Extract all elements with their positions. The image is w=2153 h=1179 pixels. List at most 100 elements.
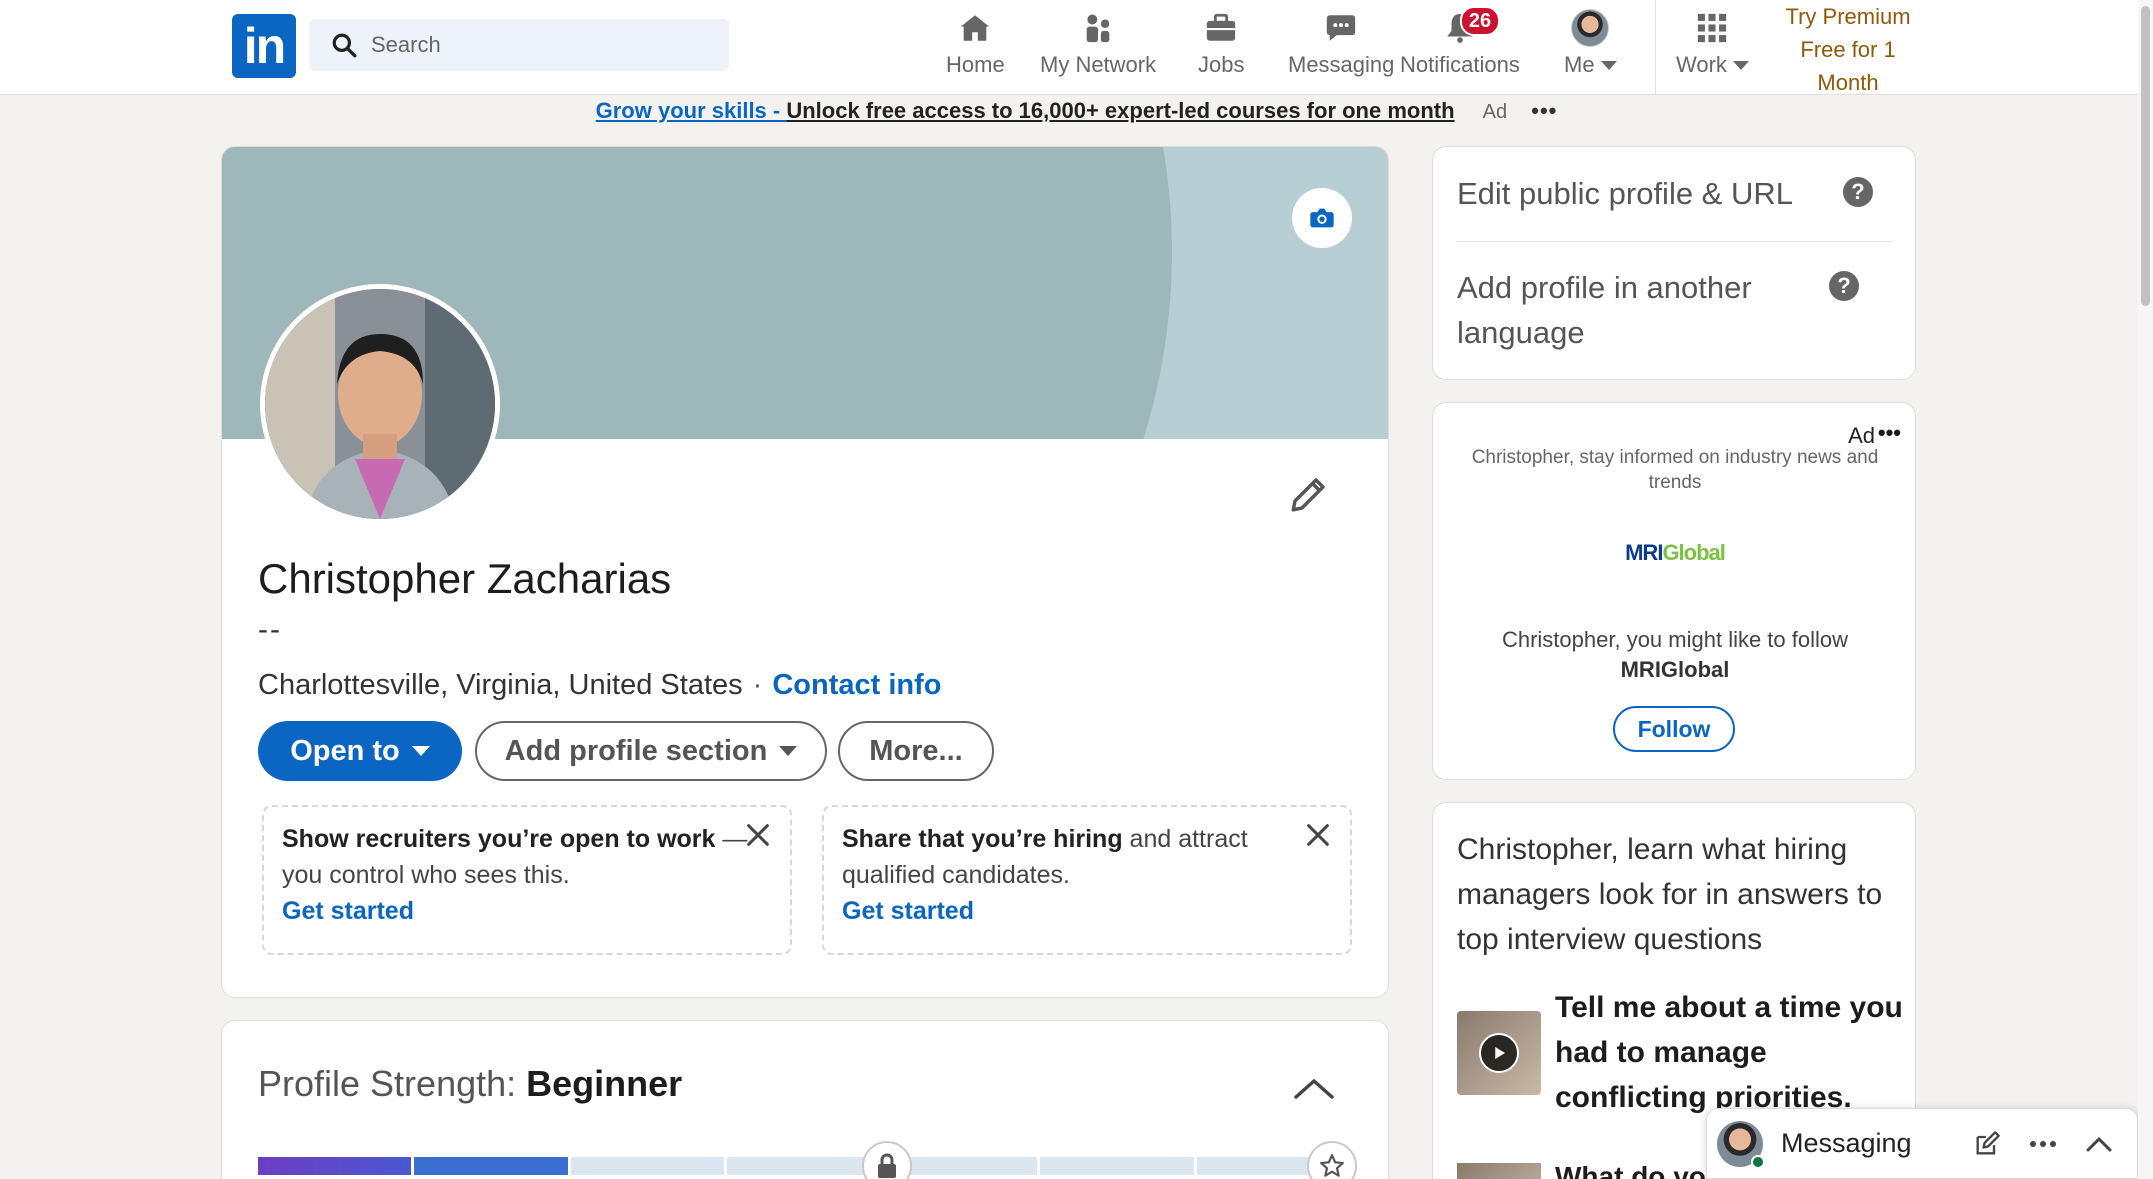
strength-segment [570,1157,725,1175]
chevron-up-icon[interactable] [1292,1073,1336,1103]
pencil-icon [1291,478,1325,512]
compose-icon[interactable] [1967,1124,2007,1164]
nav-work[interactable]: Work [1676,8,1749,88]
more-options-icon[interactable]: ••• [1531,98,1557,123]
nav-messaging[interactable]: Messaging [1288,8,1394,88]
get-started-link[interactable]: Get started [282,893,772,929]
lock-icon [862,1141,912,1179]
more-button[interactable]: More... [838,721,994,781]
open-to-button[interactable]: Open to [258,721,462,781]
logo-mri: MRI [1625,540,1663,565]
profile-headline: -- [258,613,282,646]
linkedin-logo[interactable]: in [232,14,296,78]
nav-jobs-label: Jobs [1198,52,1245,77]
nav-me[interactable]: Me [1564,8,1617,88]
more-options-icon[interactable] [2023,1124,2063,1164]
mriglobal-logo[interactable]: MRI Global [1613,533,1737,573]
promo-1-bold: Show recruiters you’re open to work [282,825,716,853]
search-icon [332,33,357,58]
scrollbar-thumb[interactable] [2141,6,2150,306]
open-to-label: Open to [290,734,400,767]
ad-description: Christopher, stay informed on industry n… [1471,447,1879,493]
nav-work-label-wrap: Work [1676,52,1749,78]
close-icon[interactable] [1304,821,1332,849]
grid-icon [1692,8,1732,48]
network-icon [1078,8,1118,48]
me-avatar-wrap [1570,8,1610,48]
nav-notifications-label: Notifications [1400,52,1520,77]
star-icon [1307,1141,1357,1179]
nav-home-label: Home [946,52,1005,77]
profile-location: Charlottesville, Virginia, United States [258,669,743,701]
search-input[interactable] [371,32,701,58]
profile-strength-title: Profile Strength: Beginner [258,1063,682,1105]
more-options-icon[interactable]: ••• [1878,420,1901,446]
nav-divider [1655,0,1656,95]
nav-my-network-label: My Network [1040,52,1157,77]
nav-me-label: Me [1564,52,1595,77]
chevron-up-icon[interactable] [2079,1124,2119,1164]
sponsored-ad-card: Ad ••• Christopher, stay informed on ind… [1432,402,1916,780]
profile-strength-card: Profile Strength: Beginner [221,1020,1389,1179]
briefcase-icon [1201,8,1241,48]
ad-banner-link[interactable]: Grow your skills - [596,98,787,123]
chat-icon [1321,8,1361,48]
premium-line-1: Try Premium [1785,4,1911,29]
edit-cover-button[interactable] [1292,188,1352,248]
help-icon[interactable]: ? [1843,177,1873,207]
nav-notifications[interactable]: 26 Notifications [1400,6,1520,88]
strength-segment [1040,1157,1194,1175]
chevron-down-icon [411,746,430,756]
scrollbar[interactable] [2138,0,2153,1179]
add-language-profile-link[interactable]: Add profile in another language [1457,265,1817,355]
top-nav: in Home My Network Jobs Messaging 26 Not… [0,0,2153,95]
try-premium-link[interactable]: Try Premium Free for 1 Month [1774,0,1922,99]
interview-prep-header: Christopher, learn what hiring managers … [1457,833,1883,956]
messaging-dock[interactable]: Messaging [1706,1108,2138,1179]
interview-question-link[interactable]: Tell me about a time you had to manage c… [1555,985,1905,1120]
contact-info-link[interactable]: Contact info [772,669,941,701]
edit-intro-button[interactable] [1284,469,1334,519]
help-icon[interactable]: ? [1829,271,1859,301]
close-icon[interactable] [744,821,772,849]
ad-banner-text[interactable]: Unlock free access to 16,000+ expert-led… [786,98,1454,123]
divider [1457,241,1893,242]
play-icon [1479,1033,1519,1073]
profile-photo[interactable] [260,284,500,524]
chevron-down-icon [1600,60,1617,70]
logo-global: Global [1662,540,1725,565]
profile-strength-level: Beginner [526,1063,683,1104]
add-language-label: Add profile in another language [1457,270,1752,350]
add-profile-section-button[interactable]: Add profile section [475,721,827,781]
separator: · [752,669,763,701]
nav-home[interactable]: Home [946,8,1005,88]
avatar [1571,9,1610,47]
search-box[interactable] [309,19,729,71]
follow-suggestion: Christopher, you might like to follow MR… [1453,625,1897,685]
strength-segment [258,1157,412,1175]
ad-banner: Grow your skills - Unlock free access to… [0,96,2153,126]
nav-messaging-label: Messaging [1288,52,1395,77]
profile-location-row: Charlottesville, Virginia, United States… [258,669,941,702]
video-thumbnail[interactable] [1457,1011,1541,1095]
strength-segment [727,1157,881,1175]
get-started-link[interactable]: Get started [842,893,1332,929]
video-thumbnail[interactable] [1457,1163,1541,1179]
strength-segment [414,1157,568,1175]
messaging-label: Messaging [1781,1128,1912,1158]
bell-icon: 26 [1440,6,1501,48]
nav-work-label: Work [1676,52,1727,77]
interview-question-link[interactable]: What do you [1555,1161,1723,1179]
profile-strength-label: Profile Strength: [258,1063,527,1104]
camera-icon [1310,208,1334,228]
ad-label: Ad [1482,101,1508,123]
nav-my-network[interactable]: My Network [1040,8,1156,88]
chevron-down-icon [779,746,798,756]
company-name: MRIGlobal [1620,657,1730,682]
more-label: More... [869,734,963,767]
nav-jobs[interactable]: Jobs [1198,8,1244,88]
edit-public-profile-link[interactable]: Edit public profile & URL ? [1457,171,1893,216]
follow-button[interactable]: Follow [1613,706,1735,752]
profile-card: Christopher Zacharias -- Charlottesville… [221,146,1389,998]
profile-photo-illustration [265,289,495,519]
